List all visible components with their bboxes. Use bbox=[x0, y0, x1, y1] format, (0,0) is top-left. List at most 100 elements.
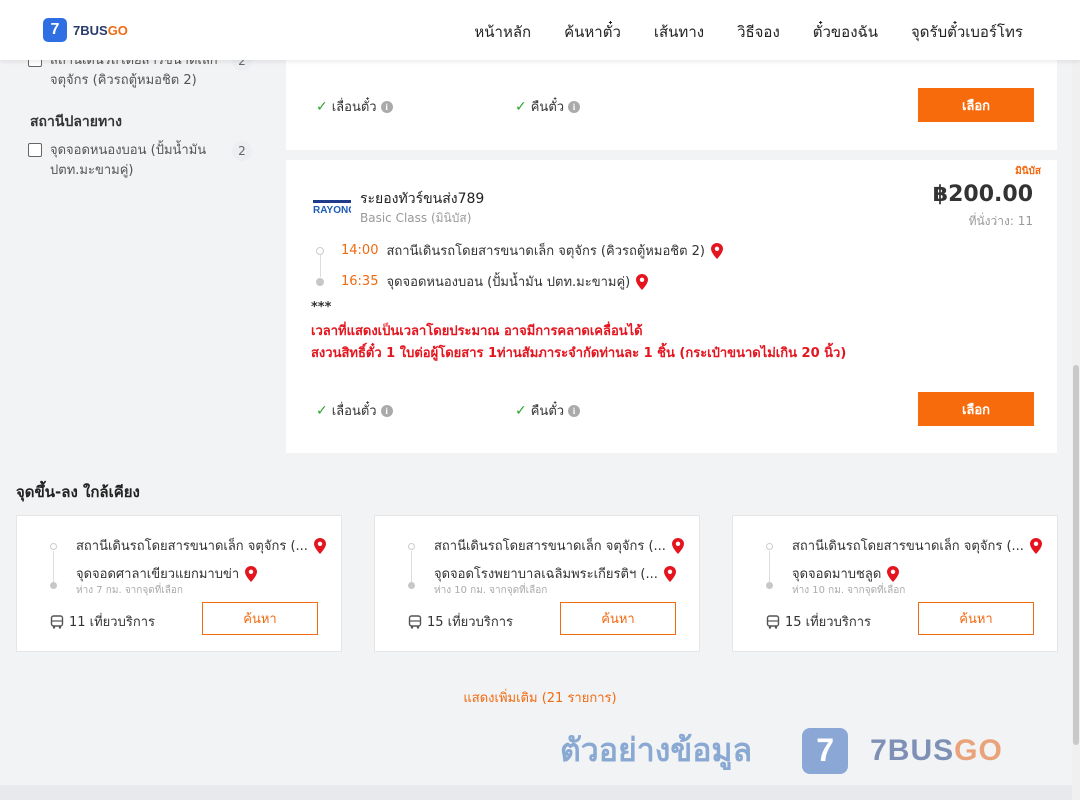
nearby-to: จุดจอดโรงพยาบาลเฉลิมพระเกียรติฯ (... bbox=[434, 563, 676, 584]
info-icon[interactable]: i bbox=[568, 100, 581, 113]
check-icon: ✓ bbox=[515, 98, 527, 115]
check-icon: ✓ bbox=[316, 98, 328, 115]
seats-available: ที่นั่งว่าง: 11 bbox=[968, 214, 1033, 228]
trip-count-label: 15 เที่ยวบริการ bbox=[785, 615, 871, 630]
feature-refund: ✓ คืนตั๋ว i bbox=[515, 96, 581, 117]
site-logo[interactable]: 7 7BUSGO bbox=[43, 18, 128, 42]
trip-card: ✓ เลื่อนตั๋ว i ✓ คืนตั๋ว i เลือก bbox=[286, 60, 1057, 150]
trip-count-label: 11 เที่ยวบริการ bbox=[69, 615, 155, 630]
info-icon[interactable]: i bbox=[568, 404, 581, 417]
arrive-time: 16:35 bbox=[341, 274, 379, 289]
route-dot bbox=[408, 582, 415, 589]
nearby-from: สถานีเดินรถโดยสารขนาดเล็ก จตุจักร (... bbox=[76, 535, 326, 556]
note-stars: *** bbox=[311, 300, 332, 315]
logo-text: 7BUSGO bbox=[73, 22, 128, 38]
dest-heading: สถานีปลายทาง bbox=[30, 114, 122, 130]
show-more-link[interactable]: แสดงเพิ่มเติม (21 รายการ) bbox=[0, 687, 1080, 708]
route-dot bbox=[766, 543, 773, 550]
route-dot bbox=[50, 582, 57, 589]
feature-reschedule: ✓ เลื่อนตั๋ว i bbox=[316, 400, 393, 421]
trip-count: 11 เที่ยวบริการ bbox=[50, 611, 155, 632]
bus-class: Basic Class (มินิบัส) bbox=[360, 211, 472, 225]
trip-count: 15 เที่ยวบริการ bbox=[766, 611, 871, 632]
check-icon: ✓ bbox=[515, 402, 527, 419]
filter-dest-item[interactable]: จุดจอดหนองบอน (ปั้มน้ำมัน ปตท.มะขามคู่) … bbox=[28, 141, 258, 181]
stop-name: สถานีเดินรถโดยสารขนาดเล็ก จตุจักร (... bbox=[76, 539, 308, 554]
route-dot bbox=[316, 277, 324, 286]
feature-label: คืนตั๋ว bbox=[530, 100, 565, 115]
feature-label: เลื่อนตั๋ว bbox=[331, 404, 377, 419]
nearby-title: จุดขึ้น-ลง ใกล้เคียง bbox=[16, 483, 140, 501]
stop-name: จุดจอดหนองบอน (ปั้มน้ำมัน ปตท.มะขามคู่) bbox=[386, 275, 631, 290]
search-button[interactable]: ค้นหา bbox=[918, 602, 1034, 635]
scrollbar-thumb[interactable] bbox=[1073, 365, 1079, 745]
logo-badge: 7 bbox=[43, 18, 67, 42]
route-line bbox=[53, 551, 54, 583]
nav-search-ticket[interactable]: ค้นหาตั๋ว bbox=[564, 20, 621, 44]
sample-data-watermark: ตัวอย่างข้อมูล 7 7BUSGO bbox=[560, 725, 1003, 776]
map-pin-icon[interactable] bbox=[671, 537, 684, 554]
nearby-card: สถานีเดินรถโดยสารขนาดเล็ก จตุจักร (... จ… bbox=[732, 515, 1058, 652]
map-pin-icon[interactable] bbox=[245, 565, 258, 582]
distance-note: ห่าง 10 กม. จากจุดที่เลือก bbox=[434, 585, 548, 596]
trip-card: มินิบัส RAYONG ระยองทัวร์ขนส่ง789 Basic … bbox=[286, 160, 1057, 453]
feature-label: คืนตั๋ว bbox=[530, 404, 565, 419]
distance-note: ห่าง 10 กม. จากจุดที่เลือก bbox=[792, 585, 906, 596]
stop-name: จุดจอดมาบชลูด bbox=[792, 567, 882, 582]
bus-icon bbox=[50, 614, 64, 629]
operator-name: ระยองทัวร์ขนส่ง789 bbox=[360, 191, 485, 207]
vehicle-tag: มินิบัส bbox=[1015, 166, 1041, 177]
nav-my-tickets[interactable]: ตั๋วของฉัน bbox=[813, 20, 878, 44]
operator-logo: RAYONG bbox=[313, 200, 351, 216]
info-icon[interactable]: i bbox=[380, 100, 393, 113]
nearby-from: สถานีเดินรถโดยสารขนาดเล็ก จตุจักร (... bbox=[434, 535, 684, 556]
nav-home[interactable]: หน้าหลัก bbox=[474, 20, 531, 44]
nav-how-to-book[interactable]: วิธีจอง bbox=[737, 20, 780, 44]
route-line bbox=[769, 551, 770, 583]
stop-name: จุดจอดศาลาเขียวแยกมาบข่า bbox=[76, 567, 240, 582]
note-luggage-policy: สงวนสิทธิ์ตั๋ว 1 ใบต่อผู้โดยสาร 1ท่านสัม… bbox=[311, 346, 847, 361]
bus-icon bbox=[766, 614, 780, 629]
price: ฿200.00 bbox=[932, 182, 1033, 207]
count-badge: 2 bbox=[232, 141, 252, 161]
checkbox[interactable] bbox=[28, 143, 42, 157]
search-button[interactable]: ค้นหา bbox=[202, 602, 318, 635]
check-icon: ✓ bbox=[316, 402, 328, 419]
watermark-logo-badge: 7 bbox=[802, 727, 849, 774]
select-button[interactable]: เลือก bbox=[918, 392, 1034, 426]
map-pin-icon[interactable] bbox=[663, 565, 676, 582]
map-pin-icon[interactable] bbox=[313, 537, 326, 554]
depart-time: 14:00 bbox=[341, 243, 379, 258]
feature-reschedule: ✓ เลื่อนตั๋ว i bbox=[316, 96, 393, 117]
footer-strip bbox=[0, 785, 1080, 800]
filter-sidebar: สถานีเดินรถโดยสารขนาดเล็ก จตุจักร (คิวรถ… bbox=[28, 51, 258, 181]
nearby-card: สถานีเดินรถโดยสารขนาดเล็ก จตุจักร (... จ… bbox=[374, 515, 700, 652]
map-pin-icon[interactable] bbox=[711, 242, 723, 259]
feature-label: เลื่อนตั๋ว bbox=[331, 100, 377, 115]
trip-count: 15 เที่ยวบริการ bbox=[408, 611, 513, 632]
stop-name: จุดจอดโรงพยาบาลเฉลิมพระเกียรติฯ (... bbox=[434, 567, 658, 582]
watermark-text: ตัวอย่างข้อมูล bbox=[560, 731, 753, 769]
stop-name: สถานีเดินรถโดยสารขนาดเล็ก จตุจักร (... bbox=[792, 539, 1024, 554]
nearby-card: สถานีเดินรถโดยสารขนาดเล็ก จตุจักร (... จ… bbox=[16, 515, 342, 652]
map-pin-icon[interactable] bbox=[887, 565, 900, 582]
note-time-disclaimer: เวลาที่แสดงเป็นเวลาโดยประมาณ อาจมีการคลา… bbox=[311, 324, 643, 339]
stop-name: สถานีเดินรถโดยสารขนาดเล็ก จตุจักร (... bbox=[434, 539, 666, 554]
info-icon[interactable]: i bbox=[380, 404, 393, 417]
map-pin-icon[interactable] bbox=[636, 273, 649, 290]
nearby-from: สถานีเดินรถโดยสารขนาดเล็ก จตุจักร (... bbox=[792, 535, 1042, 556]
stop-name: สถานีเดินรถโดยสารขนาดเล็ก จตุจักร (คิวรถ… bbox=[386, 244, 705, 259]
svg-text:RAYONG: RAYONG bbox=[313, 205, 351, 216]
select-button[interactable]: เลือก bbox=[918, 88, 1034, 122]
route-line bbox=[411, 551, 412, 583]
map-pin-icon[interactable] bbox=[1029, 537, 1042, 554]
departure-stop: 14:00 สถานีเดินรถโดยสารขนาดเล็ก จตุจักร … bbox=[316, 240, 723, 261]
nav-ticket-pickup[interactable]: จุดรับตั๋วเบอร์โทร bbox=[911, 20, 1023, 44]
feature-refund: ✓ คืนตั๋ว i bbox=[515, 400, 581, 421]
bus-icon bbox=[408, 614, 422, 629]
nearby-to: จุดจอดศาลาเขียวแยกมาบข่า bbox=[76, 563, 258, 584]
route-dot bbox=[766, 582, 773, 589]
nav-routes[interactable]: เส้นทาง bbox=[654, 20, 704, 44]
search-button[interactable]: ค้นหา bbox=[560, 602, 676, 635]
main-nav: หน้าหลัก ค้นหาตั๋ว เส้นทาง วิธีจอง ตั๋วข… bbox=[474, 20, 1023, 44]
